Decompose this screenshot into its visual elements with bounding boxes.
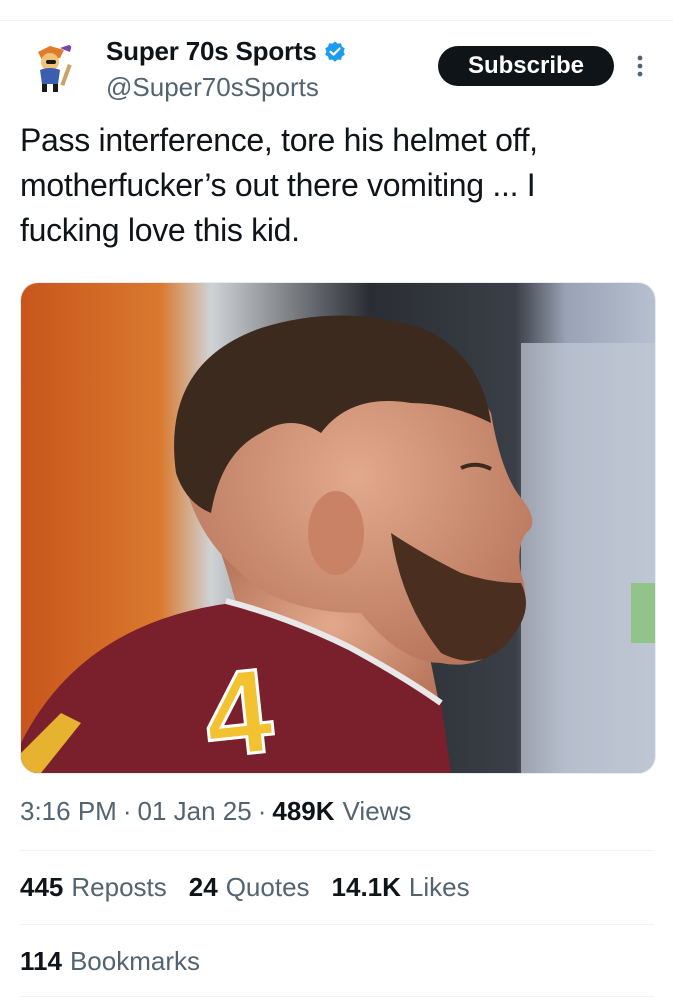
author-handle[interactable]: @Super70sSports (106, 72, 319, 103)
reposts-label: Reposts (71, 872, 167, 902)
tweet-meta: 3:16 PM · 01 Jan 25 · 489K Views (20, 796, 411, 827)
top-divider (0, 20, 673, 21)
reposts-count: 445 (20, 872, 64, 902)
views-count: 489K (272, 796, 335, 826)
quotes-stat[interactable]: 24 Quotes (189, 872, 310, 903)
author-display-name[interactable]: Super 70s Sports (106, 36, 317, 67)
subscribe-button[interactable]: Subscribe (438, 46, 614, 86)
tweet-text-line: fucking love this kid. (20, 212, 300, 248)
tweet-text-line: Pass interference, tore his helmet off, (20, 122, 538, 158)
verified-badge-icon (324, 41, 345, 62)
vertical-ellipsis-icon[interactable] (630, 52, 650, 80)
likes-label: Likes (408, 872, 470, 902)
divider (20, 996, 654, 997)
tweet-text-line: motherfucker’s out there vomiting ... I (20, 167, 536, 203)
quotes-count: 24 (188, 872, 218, 902)
meta-separator: · (257, 796, 267, 826)
divider (20, 924, 654, 925)
tweet-media-photo[interactable]: 4 (20, 282, 656, 774)
quotes-label: Quotes (225, 872, 310, 902)
divider (20, 850, 654, 851)
views-label: Views (342, 796, 412, 826)
football-player-photo: 4 (21, 283, 655, 773)
author-name-row[interactable]: Super 70s Sports (106, 36, 347, 67)
meta-separator: · (122, 796, 132, 826)
bookmarks-label: Bookmarks (69, 946, 200, 976)
likes-stat[interactable]: 14.1K Likes (332, 872, 470, 903)
bookmarks-count: 114 (20, 946, 62, 976)
likes-count: 14.1K (331, 872, 401, 902)
bookmarks-stat[interactable]: 114 Bookmarks (20, 946, 200, 977)
author-avatar[interactable] (20, 38, 80, 98)
retro-mascot-avatar-icon (20, 38, 80, 98)
tweet-text: Pass interference, tore his helmet off, … (20, 118, 640, 253)
reposts-stat[interactable]: 445 Reposts (20, 872, 167, 903)
tweet-time[interactable]: 3:16 PM (20, 796, 117, 827)
tweet-date[interactable]: 01 Jan 25 (138, 796, 252, 827)
engagement-stats: 445 Reposts 24 Quotes 14.1K Likes (20, 872, 492, 903)
